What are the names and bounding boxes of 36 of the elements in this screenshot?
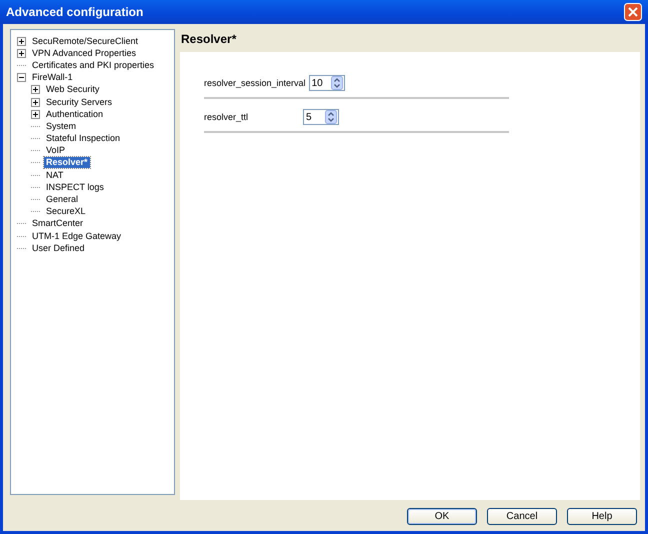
tree-item[interactable]: Certificates and PKI properties (30, 60, 156, 71)
tree-item[interactable]: VoIP (44, 145, 68, 156)
tree-item[interactable]: Web Security (44, 84, 102, 96)
collapse-icon[interactable] (17, 73, 26, 82)
expand-icon[interactable] (31, 110, 40, 119)
tree-item[interactable]: NAT (44, 170, 66, 181)
expand-icon[interactable] (31, 85, 40, 94)
spin-field[interactable]: 10 (308, 75, 345, 91)
field-label: resolver_session_interval (204, 78, 306, 88)
tree-item[interactable]: System (44, 120, 78, 132)
tree-item[interactable]: Stateful Inspection (44, 133, 122, 144)
dialog-button[interactable]: Cancel (487, 508, 557, 525)
tree-item[interactable]: UTM-1 Edge Gateway (30, 230, 124, 242)
tree-item[interactable]: Authentication (44, 108, 106, 120)
field-label: resolver_ttl (204, 112, 250, 122)
close-icon[interactable] (624, 3, 642, 21)
dialog-button[interactable]: OK (407, 508, 477, 525)
expand-icon[interactable] (17, 48, 26, 58)
tree-item[interactable]: User Defined (30, 242, 87, 254)
tree-item[interactable]: VPN Advanced Properties (30, 48, 138, 59)
expand-icon[interactable] (17, 36, 26, 46)
spin-arrows-icon[interactable] (330, 76, 343, 90)
tree-item[interactable]: Resolver* (44, 157, 90, 168)
dialog-button[interactable]: Help (567, 508, 637, 525)
spin-arrows-icon[interactable] (325, 110, 337, 124)
tree-item[interactable]: General (44, 194, 80, 206)
tree-item[interactable]: SecuRemote/SecureClient (30, 36, 140, 47)
window-title: Advanced configuration (6, 5, 144, 19)
tree-item[interactable]: FireWall-1 (30, 72, 75, 84)
tree-item[interactable]: INSPECT logs (44, 182, 106, 193)
tree-item[interactable]: Security Servers (44, 96, 114, 108)
tree-item[interactable]: SecureXL (44, 206, 88, 218)
tree-item[interactable]: SmartCenter (30, 218, 86, 230)
spin-field[interactable]: 5 (303, 109, 339, 125)
panel-title: Resolver* (180, 31, 238, 48)
expand-icon[interactable] (31, 98, 40, 107)
